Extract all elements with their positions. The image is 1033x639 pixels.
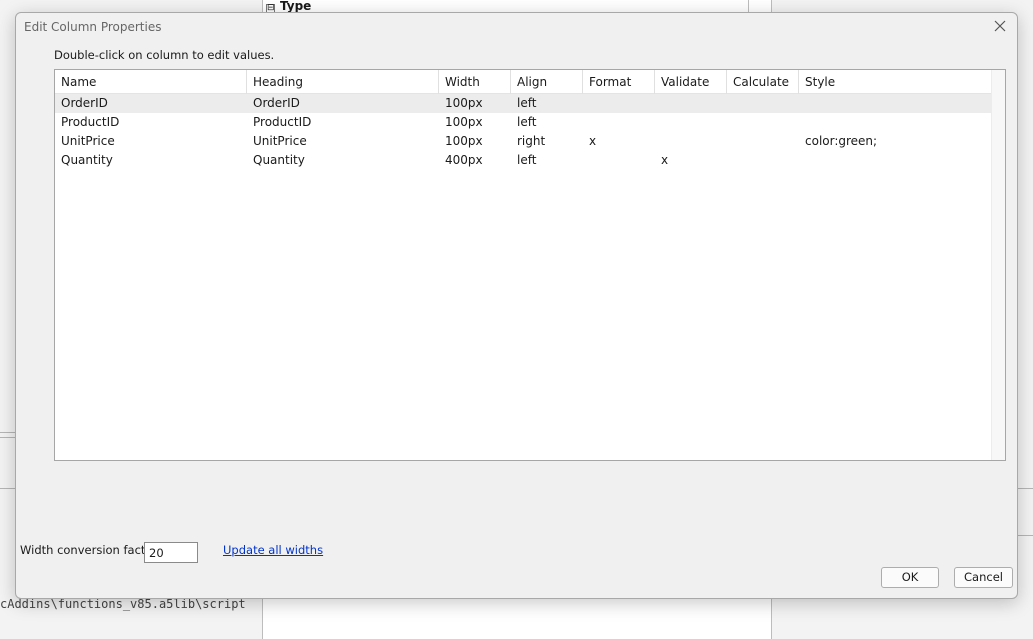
column-header-format[interactable]: Format: [583, 70, 655, 94]
ok-button[interactable]: OK: [881, 567, 939, 588]
width-conversion-input[interactable]: [144, 542, 198, 563]
column-header-calculate[interactable]: Calculate: [727, 70, 799, 94]
cell-style[interactable]: color:green;: [799, 132, 991, 151]
cell-width[interactable]: 100px: [439, 113, 511, 132]
cell-name[interactable]: ProductID: [55, 113, 247, 132]
background-script-path: cAddins\functions_v85.a5lib\script: [0, 597, 246, 611]
column-properties-grid[interactable]: Name Heading Width Align Format Validate…: [54, 69, 1006, 461]
cell-validate[interactable]: [655, 94, 727, 113]
grid-header: Name Heading Width Align Format Validate…: [55, 70, 991, 94]
table-row[interactable]: Quantity Quantity 400px left x: [55, 151, 991, 170]
table-row[interactable]: OrderID OrderID 100px left: [55, 94, 991, 113]
table-row[interactable]: ProductID ProductID 100px left: [55, 113, 991, 132]
background-type-section-header[interactable]: ⊟ Type: [266, 0, 746, 12]
cancel-button[interactable]: Cancel: [954, 567, 1013, 588]
cell-format[interactable]: x: [583, 132, 655, 151]
column-header-width[interactable]: Width: [439, 70, 511, 94]
cell-width[interactable]: 100px: [439, 94, 511, 113]
cell-calculate[interactable]: [727, 151, 799, 170]
dialog-title: Edit Column Properties: [24, 20, 162, 34]
cell-format[interactable]: [583, 94, 655, 113]
grid-vertical-scrollbar[interactable]: [991, 70, 1005, 460]
cell-format[interactable]: [583, 113, 655, 132]
collapse-icon[interactable]: ⊟: [266, 4, 275, 12]
cell-calculate[interactable]: [727, 132, 799, 151]
cell-align[interactable]: right: [511, 132, 583, 151]
cell-heading[interactable]: ProductID: [247, 113, 439, 132]
cell-style[interactable]: [799, 113, 991, 132]
column-header-name[interactable]: Name: [55, 70, 247, 94]
background-rule: [1017, 488, 1033, 489]
cell-format[interactable]: [583, 151, 655, 170]
width-conversion-label: Width conversion factor:: [20, 543, 161, 557]
cell-align[interactable]: left: [511, 113, 583, 132]
close-button[interactable]: [989, 17, 1011, 37]
background-rule: [0, 488, 16, 489]
cell-name[interactable]: Quantity: [55, 151, 247, 170]
column-header-validate[interactable]: Validate: [655, 70, 727, 94]
type-section-label: Type: [280, 0, 312, 12]
cell-heading[interactable]: Quantity: [247, 151, 439, 170]
cell-validate[interactable]: [655, 113, 727, 132]
column-header-style[interactable]: Style: [799, 70, 991, 94]
cell-align[interactable]: left: [511, 151, 583, 170]
cell-width[interactable]: 100px: [439, 132, 511, 151]
background-divider: [748, 0, 749, 12]
background-rule: [1017, 535, 1033, 536]
cell-name[interactable]: OrderID: [55, 94, 247, 113]
cell-style[interactable]: [799, 151, 991, 170]
column-header-heading[interactable]: Heading: [247, 70, 439, 94]
column-header-align[interactable]: Align: [511, 70, 583, 94]
edit-column-properties-dialog: Edit Column Properties Double-click on c…: [15, 12, 1018, 599]
cell-style[interactable]: [799, 94, 991, 113]
grid-body: OrderID OrderID 100px left ProductID Pro…: [55, 94, 991, 170]
cell-validate[interactable]: [655, 132, 727, 151]
close-icon: [994, 20, 1006, 32]
cell-width[interactable]: 400px: [439, 151, 511, 170]
cell-heading[interactable]: UnitPrice: [247, 132, 439, 151]
background-rule: [0, 432, 16, 433]
cell-validate[interactable]: x: [655, 151, 727, 170]
cell-name[interactable]: UnitPrice: [55, 132, 247, 151]
cell-calculate[interactable]: [727, 94, 799, 113]
cell-align[interactable]: left: [511, 94, 583, 113]
update-all-widths-link[interactable]: Update all widths: [223, 543, 323, 557]
table-row[interactable]: UnitPrice UnitPrice 100px right x color:…: [55, 132, 991, 151]
cell-heading[interactable]: OrderID: [247, 94, 439, 113]
background-rule: [0, 437, 16, 438]
cell-calculate[interactable]: [727, 113, 799, 132]
instruction-text: Double-click on column to edit values.: [54, 48, 275, 62]
